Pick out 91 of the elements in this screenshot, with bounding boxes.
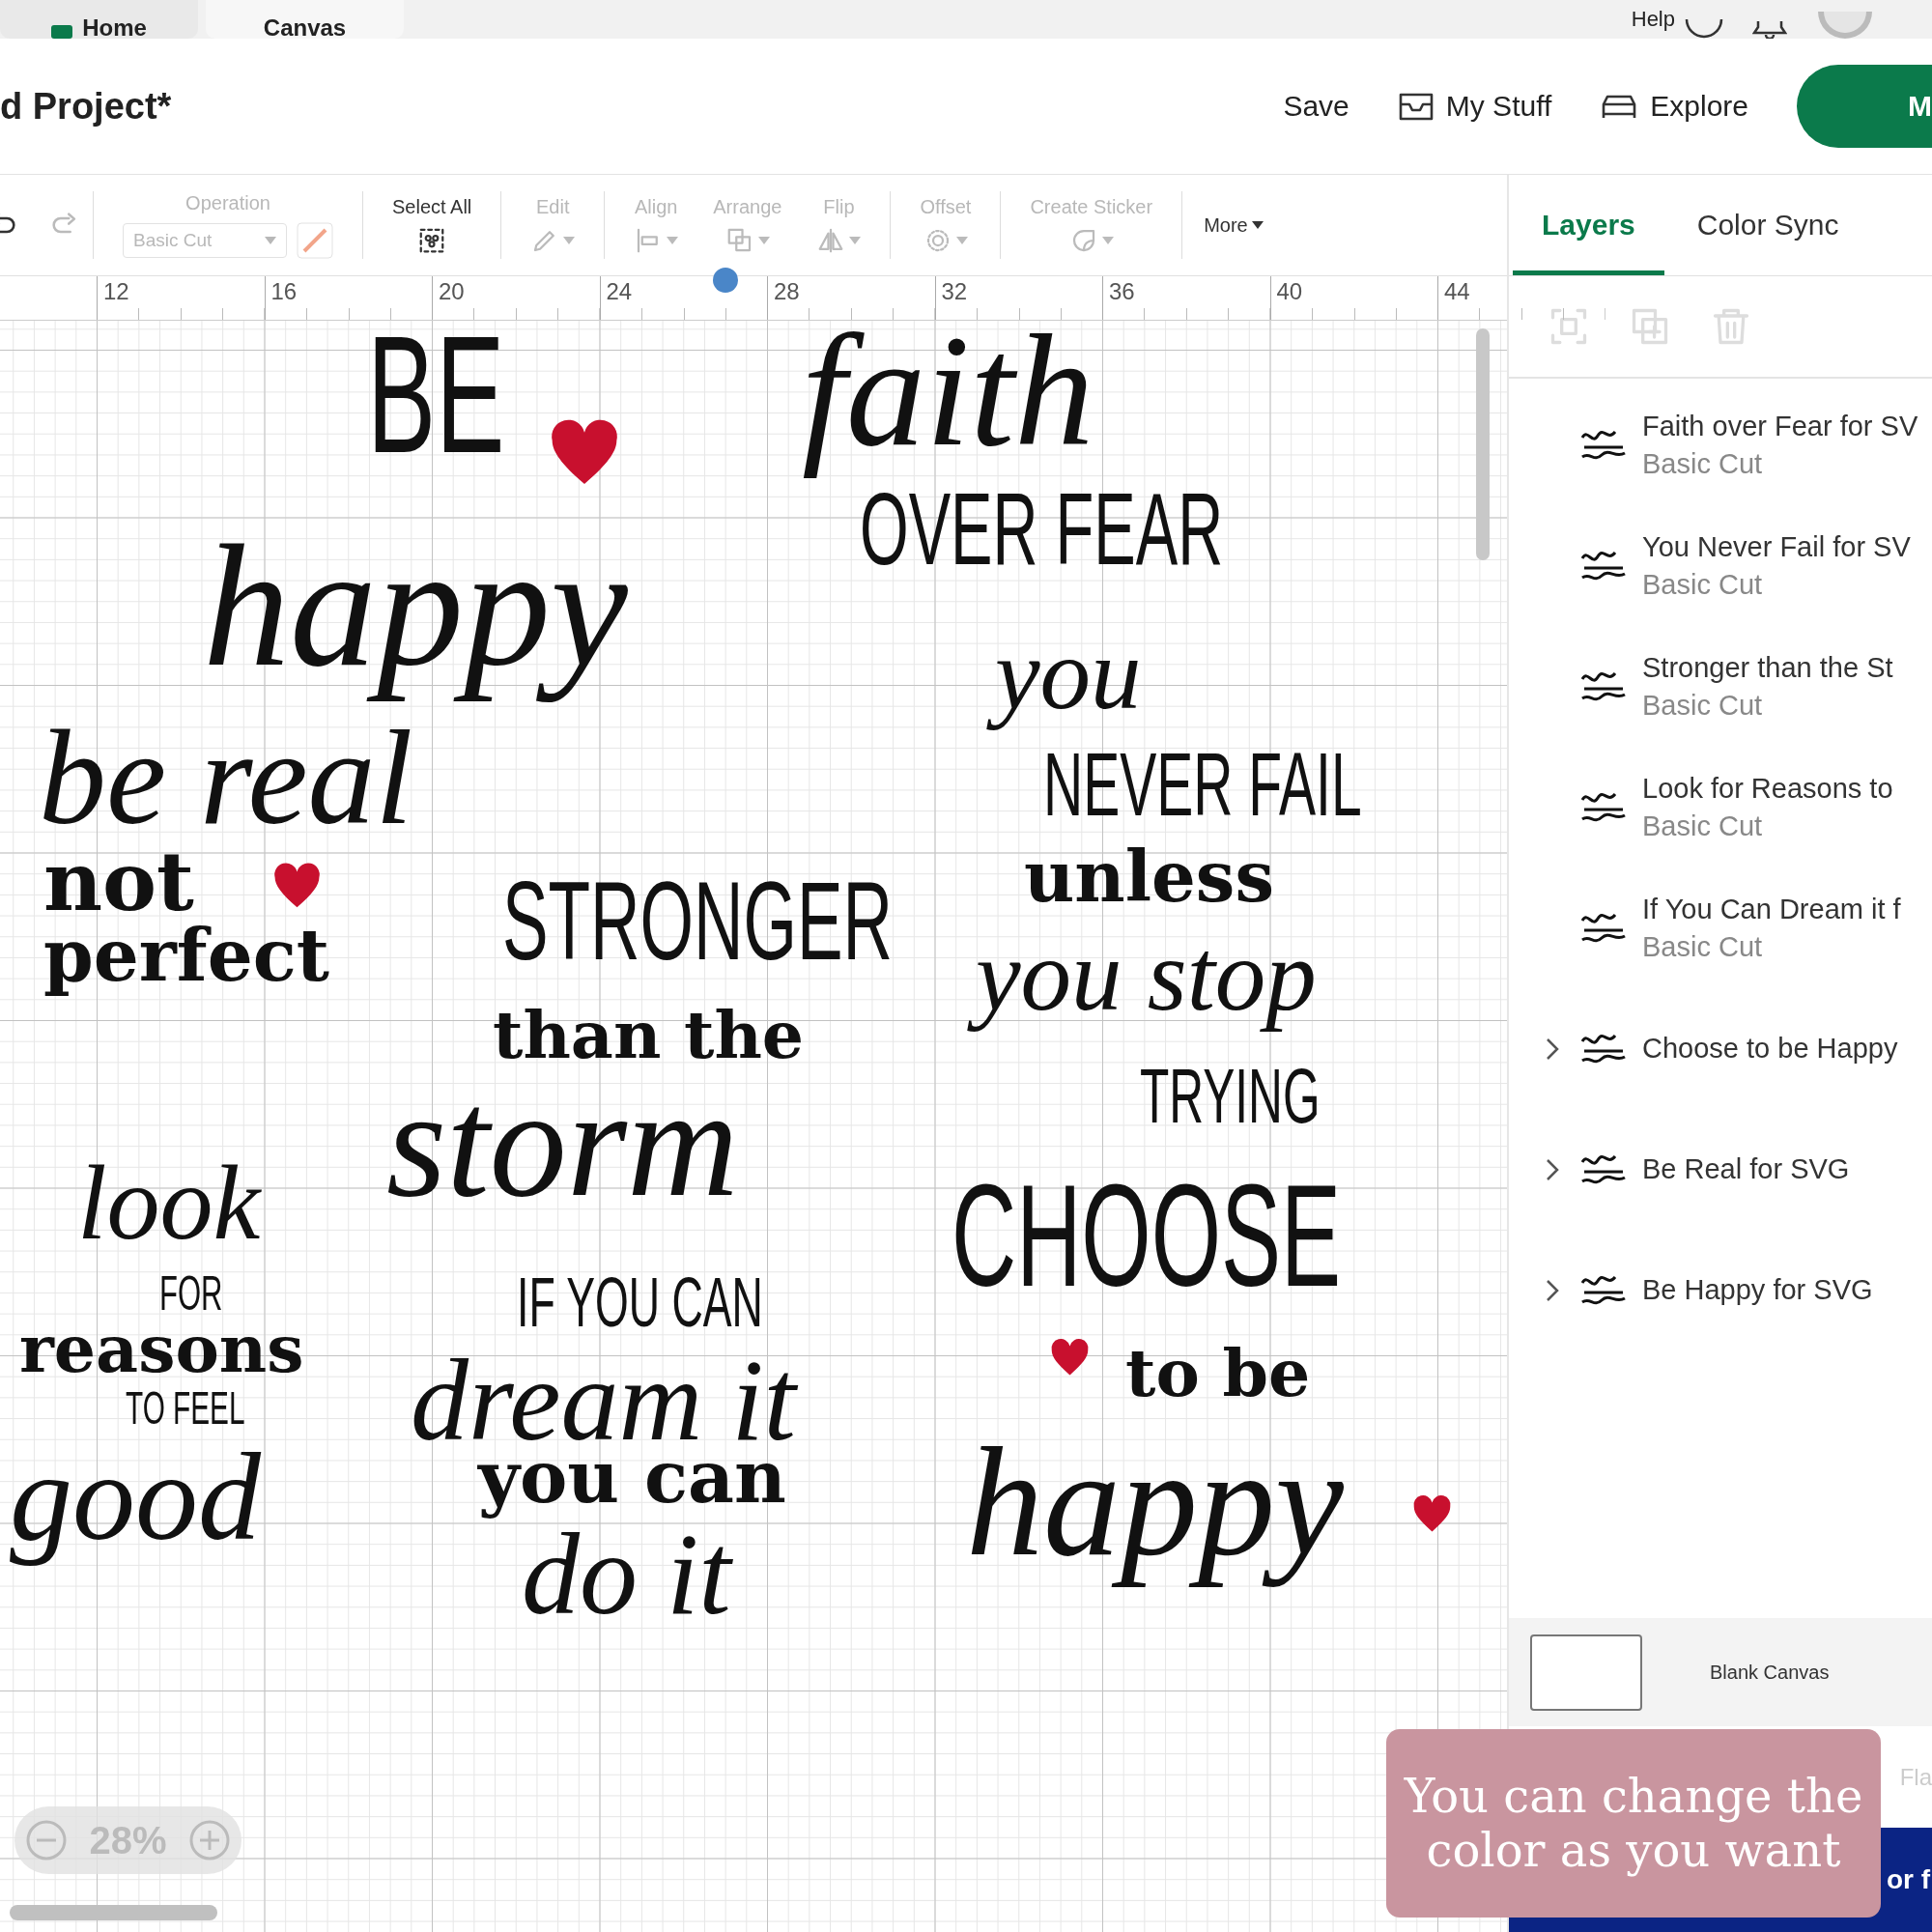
layer-name: If You Can Dream it f [1642,893,1901,925]
ruler-handle[interactable] [713,268,738,293]
make-button[interactable]: M [1797,65,1932,148]
caret-icon [955,236,968,244]
design-text: STRONGER [502,857,894,984]
layer-item[interactable]: If You Can Dream it f Basic Cut [1509,867,1932,988]
layer-name: Be Real for SVG [1642,1153,1850,1185]
offset-label: Offset [920,195,972,218]
design-text: CHOOSE [952,1152,1342,1319]
layer-operation: Basic Cut [1642,689,1764,722]
zoom-out-icon[interactable] [25,1819,69,1861]
design-text: you [982,615,1154,733]
ruler-number: 24 [606,278,633,304]
layer-name: You Never Fail for SV [1642,530,1911,563]
sticker-label: Create Sticker [1030,195,1153,218]
layer-item[interactable]: You Never Fail for SV Basic Cut [1509,505,1932,626]
zoom-in-icon[interactable] [187,1819,231,1861]
header-action[interactable]: Explore [1600,90,1748,123]
bell-icon[interactable] [1752,21,1787,39]
project-title: d Project* [0,85,172,128]
help-link[interactable]: Help [1631,7,1675,32]
layer-item[interactable]: Be Happy for SVG [1509,1230,1932,1350]
canvas-swatch[interactable] [1530,1634,1642,1711]
ruler-number: 32 [941,278,968,304]
caret-icon [757,236,770,244]
caret-icon [849,236,862,244]
layer-name: Faith over Fear for SV [1642,410,1918,442]
design-text: do it [522,1510,734,1640]
more-button[interactable]: More [1204,213,1264,237]
horizontal-scrollbar[interactable] [10,1905,217,1920]
top-tab[interactable]: Home [0,0,198,39]
header-action[interactable]: Save [1283,90,1350,123]
panel-tab[interactable]: Color Sync [1667,209,1868,275]
ruler-number: 16 [270,278,298,304]
design-text: to be [1125,1333,1311,1413]
layer-item[interactable]: Be Real for SVG [1509,1109,1932,1230]
caret-icon [667,236,679,244]
caret-icon [265,236,276,244]
design-text: BE [367,321,505,490]
design-text: than the [493,995,805,1075]
layer-item[interactable]: Look for Reasons to Basic Cut [1509,747,1932,867]
ruler-number: 40 [1276,278,1303,304]
layer-operation: Basic Cut [1642,447,1764,480]
help-icon [1685,19,1723,39]
flip-label: Flip [823,195,855,218]
design-text: look [76,1143,263,1264]
banner-text: or f [1886,1864,1931,1895]
ruler-number: 44 [1444,278,1470,304]
align-label: Align [635,195,678,218]
layer-name: Stronger than the St [1642,651,1893,684]
chevron-icon[interactable] [1546,1278,1559,1302]
ruler-number: 28 [774,278,800,304]
edit-label: Edit [536,195,570,218]
layer-name: Be Happy for SVG [1642,1274,1873,1306]
design-text: happy [202,508,629,704]
design-text: unless [1024,836,1274,920]
ruler-number: 20 [439,278,465,304]
avatar-icon[interactable] [1816,12,1874,39]
layer-item[interactable]: Faith over Fear for SV Basic Cut [1509,384,1932,505]
design-text: IF YOU CAN [517,1263,763,1344]
design-text: TRYING [1140,1052,1321,1141]
design-text: you stop [963,917,1329,1035]
layer-name: Look for Reasons to [1642,772,1893,805]
layer-item[interactable]: Stronger than the St Basic Cut [1509,626,1932,747]
canvas-label: Blank Canvas [1710,1661,1830,1684]
vertical-scrollbar[interactable] [1476,328,1490,560]
ruler-number: 12 [103,278,129,304]
panel-tab[interactable]: Layers [1513,209,1664,275]
top-tab[interactable]: Canvas [206,0,404,39]
layer-name: Choose to be Happy [1642,1033,1898,1065]
header-action[interactable]: My Stuff [1397,90,1552,123]
operation-label: Operation [185,191,270,214]
layer-operation: Basic Cut [1642,568,1764,601]
design-text: NEVER FAIL [1043,734,1362,837]
select-all-label: Select All [392,195,472,218]
layer-item[interactable]: Choose to be Happy [1509,988,1932,1109]
inbox-icon [1397,91,1435,122]
ruler-number: 36 [1109,278,1135,304]
app-logo-icon [51,25,73,39]
caption-text: You can change the color as you want [1403,1770,1864,1877]
caret-icon [1101,236,1114,244]
caret-icon [1251,221,1264,229]
chevron-icon[interactable] [1546,1157,1559,1181]
layer-operation: Basic Cut [1642,930,1764,963]
layer-operation: Basic Cut [1642,810,1764,842]
chevron-icon[interactable] [1546,1037,1559,1061]
design-text: happy [965,1415,1345,1590]
pen-color-icon [297,221,333,259]
design-text: be real [38,701,413,854]
caret-icon [563,236,576,244]
arrange-label: Arrange [713,195,782,218]
